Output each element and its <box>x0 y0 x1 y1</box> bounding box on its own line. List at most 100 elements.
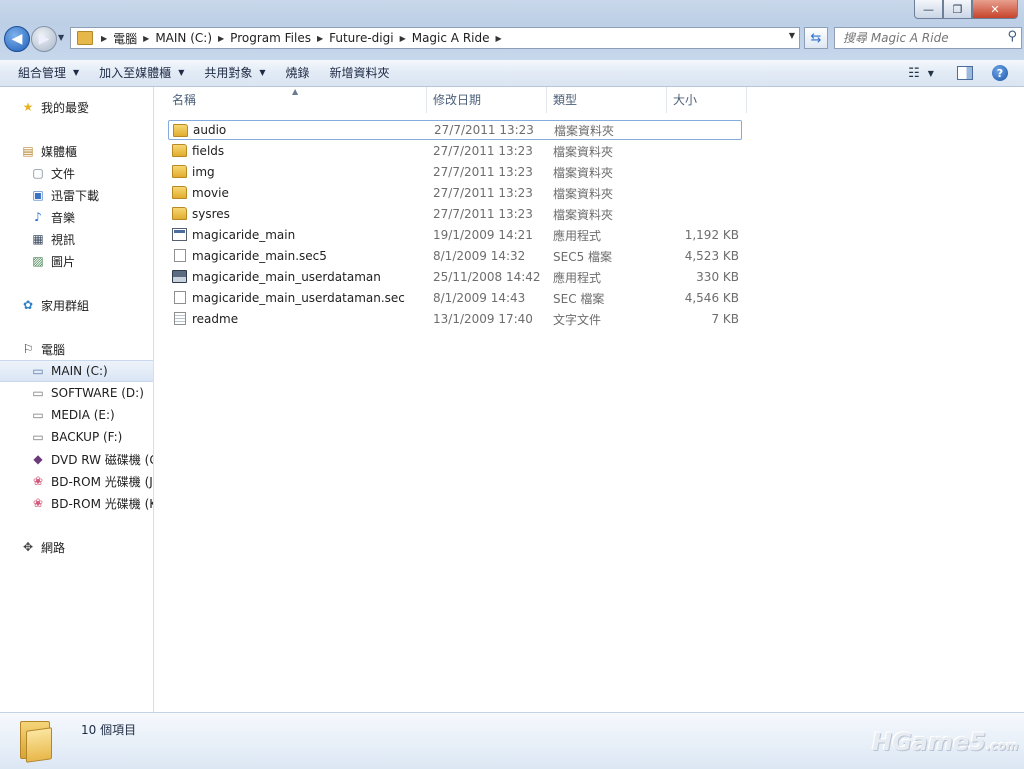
nav-label: 音樂 <box>51 210 76 225</box>
nav-label: BD-ROM 光碟機 (J <box>51 474 153 489</box>
file-row[interactable]: img 27/7/2011 13:23 檔案資料夾 <box>168 162 742 182</box>
homegroup-icon: ✿ <box>22 298 34 312</box>
nav-pictures[interactable]: ▨ 圖片 <box>0 251 153 271</box>
column-header-date[interactable]: 修改日期 <box>427 87 547 113</box>
nav-documents[interactable]: ▢ 文件 <box>0 163 153 183</box>
chevron-right-icon[interactable]: ▶ <box>493 34 503 43</box>
file-icon <box>174 249 186 262</box>
caret-down-icon: ▼ <box>178 68 185 77</box>
nav-label: BD-ROM 光碟機 (K <box>51 496 154 511</box>
nav-label: 家用群組 <box>41 298 90 313</box>
file-type: SEC5 檔案 <box>553 249 613 264</box>
nav-music[interactable]: ♪ 音樂 <box>0 207 153 227</box>
chevron-right-icon[interactable]: ▶ <box>141 34 151 43</box>
burn-button[interactable]: 燒錄 <box>276 62 320 84</box>
arrow-left-icon: ◀ <box>11 31 23 47</box>
command-bar: 組合管理 ▼ 加入至媒體櫃 ▼ 共用對象 ▼ 燒錄 新增資料夾 ☷ ▼ ? <box>0 60 1024 87</box>
nav-thunder-downloads[interactable]: ▣ 迅雷下載 <box>0 185 153 205</box>
column-header-type[interactable]: 類型 <box>547 87 667 113</box>
file-name: audio <box>193 123 227 137</box>
caret-down-icon: ▼ <box>259 68 266 77</box>
folder-icon <box>173 124 188 137</box>
nav-label: MEDIA (E:) <box>51 408 115 422</box>
breadcrumb-program-files[interactable]: Program Files <box>226 31 315 45</box>
search-box[interactable]: ⚲ <box>834 27 1022 49</box>
file-row[interactable]: magicaride_main_userdataman.sec 8/1/2009 … <box>168 288 742 308</box>
new-folder-button[interactable]: 新增資料夾 <box>320 62 400 84</box>
file-row[interactable]: movie 27/7/2011 13:23 檔案資料夾 <box>168 183 742 203</box>
film-icon: ▦ <box>32 232 44 246</box>
file-row[interactable]: sysres 27/7/2011 13:23 檔案資料夾 <box>168 204 742 224</box>
navigation-pane: ★ 我的最愛 ▤ 媒體櫃 ▢ 文件 ▣ 迅雷下載 ♪ 音樂 ▦ 視訊 ▨ 圖片 ✿ 家用群組 ⚐… <box>0 87 154 712</box>
refresh-button[interactable]: ⇆ <box>804 27 828 49</box>
preview-pane-button[interactable] <box>955 62 975 84</box>
breadcrumb-future-digi[interactable]: Future-digi <box>325 31 397 45</box>
nav-drive-f[interactable]: ▭ BACKUP (F:) <box>0 427 153 447</box>
file-row[interactable]: magicaride_main 19/1/2009 14:21 應用程式 1,192 … <box>168 225 742 245</box>
forward-button[interactable]: ▶ <box>31 26 57 52</box>
maximize-button[interactable]: ❐ <box>943 0 972 19</box>
file-name: movie <box>192 186 229 200</box>
chevron-right-icon[interactable]: ▶ <box>398 34 408 43</box>
nav-favorites[interactable]: ★ 我的最愛 <box>0 97 153 117</box>
file-row[interactable]: audio 27/7/2011 13:23 檔案資料夾 <box>168 120 742 140</box>
file-modified-date: 19/1/2009 14:21 <box>433 228 533 242</box>
nav-computer[interactable]: ⚐ 電腦 <box>0 339 153 359</box>
nav-label: 網路 <box>41 540 66 555</box>
file-row[interactable]: magicaride_main.sec5 8/1/2009 14:32 SEC5 檔… <box>168 246 742 266</box>
back-button[interactable]: ◀ <box>4 26 30 52</box>
close-button[interactable]: ✕ <box>972 0 1018 19</box>
nav-videos[interactable]: ▦ 視訊 <box>0 229 153 249</box>
nav-label: 圖片 <box>51 254 76 269</box>
nav-drive-k[interactable]: ❀ BD-ROM 光碟機 (K <box>0 493 154 513</box>
help-button[interactable]: ? <box>990 62 1010 84</box>
search-input[interactable] <box>835 29 1003 47</box>
arrow-right-icon: ▶ <box>38 31 50 47</box>
picture-icon: ▨ <box>32 254 44 268</box>
share-with-menu[interactable]: 共用對象 ▼ <box>194 62 275 84</box>
nav-label: 文件 <box>51 166 76 181</box>
recent-pages-dropdown[interactable]: ▼ <box>58 33 64 42</box>
chevron-right-icon[interactable]: ▶ <box>216 34 226 43</box>
system-drive-icon: ▭ <box>32 364 44 378</box>
nav-network[interactable]: ✥ 網路 <box>0 537 153 557</box>
include-in-library-menu[interactable]: 加入至媒體櫃 ▼ <box>89 62 194 84</box>
file-modified-date: 27/7/2011 13:23 <box>433 207 533 221</box>
minimize-button[interactable]: — <box>914 0 943 19</box>
file-row[interactable]: fields 27/7/2011 13:23 檔案資料夾 <box>168 141 742 161</box>
change-view-button[interactable]: ☷ ▼ <box>900 62 942 84</box>
watermark-text: HGame5 <box>872 728 986 756</box>
file-type: SEC 檔案 <box>553 291 605 306</box>
search-icon[interactable]: ⚲ <box>1007 29 1017 44</box>
file-modified-date: 27/7/2011 13:23 <box>433 186 533 200</box>
nav-drive-e[interactable]: ▭ MEDIA (E:) <box>0 405 153 425</box>
nav-label: MAIN (C:) <box>51 364 108 378</box>
hard-drive-icon: ▭ <box>32 386 44 400</box>
include-library-label: 加入至媒體櫃 <box>99 66 172 80</box>
file-modified-date: 25/11/2008 14:42 <box>433 270 541 284</box>
nav-label: 我的最愛 <box>41 100 90 115</box>
file-list-pane: 名稱 ▲ 修改日期 類型 大小 audio 27/7/2011 13:23 檔案資料… <box>154 87 1024 712</box>
address-history-dropdown[interactable]: ▼ <box>789 31 795 40</box>
organize-menu[interactable]: 組合管理 ▼ <box>8 62 89 84</box>
chevron-right-icon[interactable]: ▶ <box>315 34 325 43</box>
nav-libraries[interactable]: ▤ 媒體櫃 <box>0 141 153 161</box>
nav-drive-j[interactable]: ❀ BD-ROM 光碟機 (J <box>0 471 153 491</box>
file-row[interactable]: magicaride_main_userdataman 25/11/2008 14… <box>168 267 742 287</box>
dvd-drive-icon: ◆ <box>33 452 43 466</box>
column-header-size[interactable]: 大小 <box>667 87 747 113</box>
floppy-disk-icon <box>172 270 187 283</box>
nav-drive-d[interactable]: ▭ SOFTWARE (D:) <box>0 383 153 403</box>
file-name: magicaride_main_userdataman <box>192 270 381 284</box>
nav-drive-g[interactable]: ◆ DVD RW 磁碟機 (G <box>0 449 153 469</box>
breadcrumb-main-c[interactable]: MAIN (C:) <box>151 31 216 45</box>
breadcrumb-computer[interactable]: 電腦 <box>109 30 141 47</box>
breadcrumb-magic-a-ride[interactable]: Magic A Ride <box>408 31 494 45</box>
help-icon: ? <box>992 65 1008 81</box>
file-type: 應用程式 <box>553 270 602 285</box>
chevron-right-icon[interactable]: ▶ <box>99 34 109 43</box>
file-row[interactable]: readme 13/1/2009 17:40 文字文件 7 KB <box>168 309 742 329</box>
nav-drive-c[interactable]: ▭ MAIN (C:) <box>0 360 153 382</box>
address-bar[interactable]: ▶ 電腦 ▶ MAIN (C:) ▶ Program Files ▶ Futur… <box>70 27 800 49</box>
nav-homegroup[interactable]: ✿ 家用群組 <box>0 295 153 315</box>
